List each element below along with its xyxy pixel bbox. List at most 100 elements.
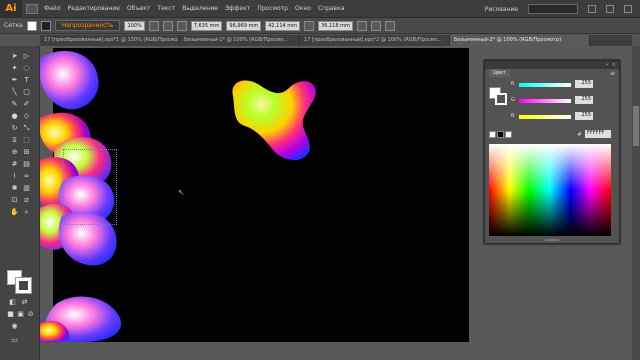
help-search-input[interactable]	[528, 4, 578, 14]
b-value-input[interactable]: 255	[575, 112, 593, 120]
selection-tool-icon[interactable]: ➤	[10, 52, 19, 61]
rotate-tool-icon[interactable]: ↻	[10, 124, 19, 133]
blob-brush-tool-icon[interactable]: ●	[10, 112, 19, 121]
direct-selection-tool-icon[interactable]: ▷	[22, 52, 31, 61]
zoom-tool-icon[interactable]: ⌕	[22, 208, 31, 217]
bridge-icon[interactable]	[26, 3, 38, 14]
panel-resize-grip[interactable]	[545, 239, 559, 241]
menu-file[interactable]: Файл	[44, 5, 61, 12]
menu-effect[interactable]: Эффект	[225, 5, 250, 12]
stroke-preview-swatch[interactable]	[495, 93, 507, 105]
slice-tool-icon[interactable]: ⧄	[22, 196, 31, 205]
tab-doc-2[interactable]: Безымянный-1* @ 100% (RGB/Просмо...	[180, 35, 300, 46]
align-icon[interactable]	[162, 20, 173, 31]
scale-tool-icon[interactable]: ⤡	[22, 124, 31, 133]
lasso-tool-icon[interactable]: ◌	[22, 64, 31, 73]
gradient-mode-icon[interactable]: ▣	[16, 310, 25, 319]
black-swatch[interactable]	[497, 131, 504, 138]
b-label: B	[511, 113, 515, 119]
recolor-icon[interactable]	[148, 20, 159, 31]
line-tool-icon[interactable]: ╲	[10, 88, 19, 97]
screen-mode-icon[interactable]: ▭	[10, 336, 19, 345]
selection-bounding-box[interactable]	[63, 149, 117, 225]
none-swatch[interactable]	[489, 131, 496, 138]
minimize-icon[interactable]	[588, 5, 596, 13]
symbol-sprayer-tool-icon[interactable]: ✺	[10, 184, 19, 193]
panel-close-icon[interactable]: ×	[612, 62, 616, 68]
hex-input[interactable]: FFFFFF	[585, 130, 611, 138]
w-input[interactable]: 42,114 mm	[265, 20, 301, 31]
eyedropper-tool-icon[interactable]: ⌇	[10, 172, 19, 181]
x-input[interactable]: 7,635 mm	[190, 20, 223, 31]
mesh-tool-icon[interactable]: #	[10, 160, 19, 169]
default-colors-icon[interactable]: ◧	[8, 298, 17, 307]
draw-mode-icon[interactable]: ◉	[10, 322, 19, 331]
perspective-grid-tool-icon[interactable]: ⊞	[22, 148, 31, 157]
panel-options-icon[interactable]: ≡	[610, 70, 615, 77]
eraser-tool-icon[interactable]: ◇	[22, 112, 31, 121]
b-slider[interactable]	[519, 115, 571, 119]
h-input[interactable]: 36,118 mm	[318, 20, 353, 31]
column-graph-tool-icon[interactable]: ▥	[22, 184, 31, 193]
menu-bar: Ai Файл Редактирование Объект Текст Выде…	[0, 0, 640, 18]
transform-icon[interactable]	[356, 20, 367, 31]
close-icon[interactable]	[624, 5, 632, 13]
tab-doc-3[interactable]: 17 [преобразованный].eps*2 @ 100% (RGB/П…	[300, 35, 450, 46]
y-input[interactable]: 96,969 mm	[226, 20, 262, 31]
menu-select[interactable]: Выделение	[182, 5, 218, 12]
tab-doc-1[interactable]: 17 [преобразованный].eps*1 @ 150% (RGB/П…	[40, 35, 180, 46]
workspace-switcher[interactable]: Рисование	[485, 6, 518, 13]
magic-wand-tool-icon[interactable]: ✦	[10, 64, 19, 73]
swap-colors-icon[interactable]: ⇄	[20, 298, 29, 307]
blend-tool-icon[interactable]: ∞	[22, 172, 31, 181]
stroke-swatch-control[interactable]	[40, 20, 51, 31]
menu-text[interactable]: Текст	[157, 5, 175, 12]
menu-items: Файл Редактирование Объект Текст Выделен…	[44, 5, 344, 12]
tab-color[interactable]: Цвет	[489, 69, 510, 77]
menu-help[interactable]: Справка	[318, 5, 344, 12]
white-swatch[interactable]	[505, 131, 512, 138]
artboard[interactable]: ↖	[40, 48, 469, 342]
opacity-link[interactable]: Непрозрачность	[54, 20, 121, 31]
type-tool-icon[interactable]: T	[22, 76, 31, 85]
pencil-tool-icon[interactable]: ✐	[22, 100, 31, 109]
isolate-icon[interactable]	[370, 20, 381, 31]
stroke-color-swatch[interactable]	[15, 277, 32, 294]
free-transform-tool-icon[interactable]: ⬚	[22, 136, 31, 145]
collapse-icon[interactable]: «	[606, 62, 609, 68]
g-slider[interactable]	[519, 99, 571, 103]
app-logo: Ai	[0, 0, 22, 18]
paintbrush-tool-icon[interactable]: ✎	[10, 100, 19, 109]
r-slider[interactable]	[519, 83, 571, 87]
shape-builder-tool-icon[interactable]: ⊕	[10, 148, 19, 157]
r-label: R	[511, 81, 515, 87]
opacity-input[interactable]: 100%	[124, 20, 145, 31]
menu-edit[interactable]: Редактирование	[68, 5, 120, 12]
artboard-tool-icon[interactable]: ⊡	[10, 196, 19, 205]
gradient-tool-icon[interactable]: ▤	[22, 160, 31, 169]
rectangle-tool-icon[interactable]: □	[22, 88, 31, 97]
panel-menu-icon[interactable]	[384, 20, 395, 31]
menu-window[interactable]: Окно	[295, 5, 311, 12]
panel-header[interactable]: « ×	[485, 61, 619, 69]
maximize-icon[interactable]	[606, 5, 614, 13]
blob-artwork[interactable]	[227, 74, 319, 164]
none-mode-icon[interactable]: ⊘	[26, 310, 35, 319]
g-value-input[interactable]: 255	[575, 96, 593, 104]
pen-tool-icon[interactable]: ✒	[10, 76, 19, 85]
scrollbar-thumb[interactable]	[633, 106, 639, 146]
menu-object[interactable]: Объект	[127, 5, 150, 12]
color-mode-icon[interactable]: ■	[6, 310, 15, 319]
menu-view[interactable]: Просмотр	[257, 5, 288, 12]
hand-tool-icon[interactable]: ✋	[10, 208, 19, 217]
fill-swatch-control[interactable]	[26, 20, 37, 31]
document-tabs: 17 [преобразованный].eps*1 @ 150% (RGB/П…	[40, 35, 632, 46]
vertical-scrollbar[interactable]	[632, 46, 640, 360]
width-tool-icon[interactable]: ⧖	[10, 136, 19, 145]
r-value-input[interactable]: 255	[575, 80, 593, 88]
g-label: G	[511, 97, 515, 103]
color-spectrum[interactable]	[489, 144, 611, 236]
reference-point-icon[interactable]	[176, 20, 187, 31]
link-icon[interactable]	[304, 20, 315, 31]
tab-doc-4[interactable]: Безымянный-2* @ 100% (RGB/Просмотр)	[450, 35, 590, 46]
